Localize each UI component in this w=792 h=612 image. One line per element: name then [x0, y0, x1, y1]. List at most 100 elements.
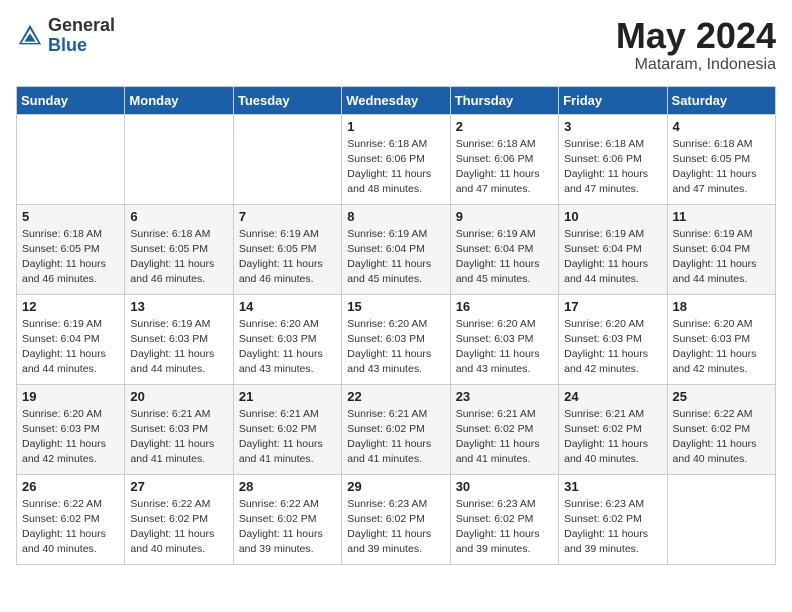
day-number: 4 — [673, 119, 770, 134]
day-info: Sunrise: 6:19 AM Sunset: 6:05 PM Dayligh… — [239, 227, 336, 288]
weekday-header: Friday — [559, 86, 667, 114]
calendar-week-row: 19 Sunrise: 6:20 AM Sunset: 6:03 PM Dayli… — [17, 384, 776, 474]
day-number: 11 — [673, 209, 770, 224]
day-info: Sunrise: 6:19 AM Sunset: 6:04 PM Dayligh… — [673, 227, 770, 288]
day-info: Sunrise: 6:22 AM Sunset: 6:02 PM Dayligh… — [130, 497, 227, 558]
day-number: 5 — [22, 209, 119, 224]
day-info: Sunrise: 6:20 AM Sunset: 6:03 PM Dayligh… — [673, 317, 770, 378]
day-info: Sunrise: 6:19 AM Sunset: 6:04 PM Dayligh… — [456, 227, 553, 288]
weekday-header: Monday — [125, 86, 233, 114]
calendar-table: SundayMondayTuesdayWednesdayThursdayFrid… — [16, 86, 776, 565]
day-info: Sunrise: 6:21 AM Sunset: 6:02 PM Dayligh… — [456, 407, 553, 468]
calendar-cell — [233, 114, 341, 204]
day-number: 15 — [347, 299, 444, 314]
calendar-cell: 19 Sunrise: 6:20 AM Sunset: 6:03 PM Dayli… — [17, 384, 125, 474]
day-info: Sunrise: 6:20 AM Sunset: 6:03 PM Dayligh… — [347, 317, 444, 378]
calendar-cell: 14 Sunrise: 6:20 AM Sunset: 6:03 PM Dayli… — [233, 294, 341, 384]
day-number: 17 — [564, 299, 661, 314]
day-number: 31 — [564, 479, 661, 494]
day-number: 21 — [239, 389, 336, 404]
day-number: 8 — [347, 209, 444, 224]
day-number: 12 — [22, 299, 119, 314]
day-info: Sunrise: 6:19 AM Sunset: 6:04 PM Dayligh… — [347, 227, 444, 288]
day-info: Sunrise: 6:19 AM Sunset: 6:04 PM Dayligh… — [564, 227, 661, 288]
calendar-week-row: 12Sunrise: 6:19 AM Sunset: 6:04 PM Dayli… — [17, 294, 776, 384]
day-number: 6 — [130, 209, 227, 224]
calendar-cell: 25 Sunrise: 6:22 AM Sunset: 6:02 PM Dayli… — [667, 384, 775, 474]
calendar-cell: 8 Sunrise: 6:19 AM Sunset: 6:04 PM Daylig… — [342, 204, 450, 294]
calendar-cell: 6 Sunrise: 6:18 AM Sunset: 6:05 PM Daylig… — [125, 204, 233, 294]
calendar-cell — [667, 474, 775, 564]
calendar-cell: 17Sunrise: 6:20 AM Sunset: 6:03 PM Dayli… — [559, 294, 667, 384]
weekday-header: Sunday — [17, 86, 125, 114]
calendar-cell: 7 Sunrise: 6:19 AM Sunset: 6:05 PM Daylig… — [233, 204, 341, 294]
calendar-cell — [17, 114, 125, 204]
day-info: Sunrise: 6:23 AM Sunset: 6:02 PM Dayligh… — [564, 497, 661, 558]
day-info: Sunrise: 6:22 AM Sunset: 6:02 PM Dayligh… — [22, 497, 119, 558]
logo-text: General Blue — [48, 16, 115, 56]
day-info: Sunrise: 6:21 AM Sunset: 6:02 PM Dayligh… — [239, 407, 336, 468]
day-info: Sunrise: 6:18 AM Sunset: 6:05 PM Dayligh… — [130, 227, 227, 288]
calendar-cell: 18 Sunrise: 6:20 AM Sunset: 6:03 PM Dayli… — [667, 294, 775, 384]
logo-icon — [16, 22, 44, 50]
logo: General Blue — [16, 16, 115, 56]
day-number: 14 — [239, 299, 336, 314]
weekday-header: Tuesday — [233, 86, 341, 114]
weekday-header: Wednesday — [342, 86, 450, 114]
calendar-cell: 23 Sunrise: 6:21 AM Sunset: 6:02 PM Dayli… — [450, 384, 558, 474]
calendar-header: SundayMondayTuesdayWednesdayThursdayFrid… — [17, 86, 776, 114]
day-number: 25 — [673, 389, 770, 404]
day-number: 29 — [347, 479, 444, 494]
day-info: Sunrise: 6:20 AM Sunset: 6:03 PM Dayligh… — [22, 407, 119, 468]
calendar-cell: 22 Sunrise: 6:21 AM Sunset: 6:02 PM Dayli… — [342, 384, 450, 474]
day-info: Sunrise: 6:21 AM Sunset: 6:03 PM Dayligh… — [130, 407, 227, 468]
day-info: Sunrise: 6:22 AM Sunset: 6:02 PM Dayligh… — [673, 407, 770, 468]
calendar-body: 1 Sunrise: 6:18 AM Sunset: 6:06 PM Daylig… — [17, 114, 776, 564]
day-info: Sunrise: 6:18 AM Sunset: 6:06 PM Dayligh… — [456, 137, 553, 198]
calendar-cell: 20Sunrise: 6:21 AM Sunset: 6:03 PM Dayli… — [125, 384, 233, 474]
calendar-cell: 27 Sunrise: 6:22 AM Sunset: 6:02 PM Dayli… — [125, 474, 233, 564]
page-header: General Blue May 2024 Mataram, Indonesia — [16, 16, 776, 74]
day-number: 9 — [456, 209, 553, 224]
calendar-cell: 16 Sunrise: 6:20 AM Sunset: 6:03 PM Dayli… — [450, 294, 558, 384]
calendar-cell: 13 Sunrise: 6:19 AM Sunset: 6:03 PM Dayli… — [125, 294, 233, 384]
calendar-week-row: 1 Sunrise: 6:18 AM Sunset: 6:06 PM Daylig… — [17, 114, 776, 204]
day-info: Sunrise: 6:19 AM Sunset: 6:03 PM Dayligh… — [130, 317, 227, 378]
day-info: Sunrise: 6:18 AM Sunset: 6:06 PM Dayligh… — [564, 137, 661, 198]
calendar-cell: 15 Sunrise: 6:20 AM Sunset: 6:03 PM Dayli… — [342, 294, 450, 384]
day-number: 19 — [22, 389, 119, 404]
calendar-cell: 4 Sunrise: 6:18 AM Sunset: 6:05 PM Daylig… — [667, 114, 775, 204]
day-number: 1 — [347, 119, 444, 134]
calendar-cell: 12Sunrise: 6:19 AM Sunset: 6:04 PM Dayli… — [17, 294, 125, 384]
calendar-cell: 21 Sunrise: 6:21 AM Sunset: 6:02 PM Dayli… — [233, 384, 341, 474]
day-number: 22 — [347, 389, 444, 404]
calendar-week-row: 5 Sunrise: 6:18 AM Sunset: 6:05 PM Daylig… — [17, 204, 776, 294]
calendar-cell: 10Sunrise: 6:19 AM Sunset: 6:04 PM Dayli… — [559, 204, 667, 294]
day-info: Sunrise: 6:20 AM Sunset: 6:03 PM Dayligh… — [239, 317, 336, 378]
day-number: 27 — [130, 479, 227, 494]
day-number: 23 — [456, 389, 553, 404]
day-info: Sunrise: 6:18 AM Sunset: 6:06 PM Dayligh… — [347, 137, 444, 198]
day-number: 16 — [456, 299, 553, 314]
day-number: 2 — [456, 119, 553, 134]
calendar-cell: 28 Sunrise: 6:22 AM Sunset: 6:02 PM Dayli… — [233, 474, 341, 564]
day-info: Sunrise: 6:20 AM Sunset: 6:03 PM Dayligh… — [456, 317, 553, 378]
calendar-cell: 24Sunrise: 6:21 AM Sunset: 6:02 PM Dayli… — [559, 384, 667, 474]
weekday-header: Saturday — [667, 86, 775, 114]
day-info: Sunrise: 6:23 AM Sunset: 6:02 PM Dayligh… — [456, 497, 553, 558]
calendar-cell: 29Sunrise: 6:23 AM Sunset: 6:02 PM Dayli… — [342, 474, 450, 564]
day-info: Sunrise: 6:22 AM Sunset: 6:02 PM Dayligh… — [239, 497, 336, 558]
day-number: 18 — [673, 299, 770, 314]
day-number: 13 — [130, 299, 227, 314]
day-number: 3 — [564, 119, 661, 134]
calendar-cell: 9 Sunrise: 6:19 AM Sunset: 6:04 PM Daylig… — [450, 204, 558, 294]
calendar-cell — [125, 114, 233, 204]
day-info: Sunrise: 6:18 AM Sunset: 6:05 PM Dayligh… — [673, 137, 770, 198]
calendar-cell: 2 Sunrise: 6:18 AM Sunset: 6:06 PM Daylig… — [450, 114, 558, 204]
day-number: 26 — [22, 479, 119, 494]
month-title: May 2024 — [616, 16, 776, 56]
day-number: 7 — [239, 209, 336, 224]
day-info: Sunrise: 6:21 AM Sunset: 6:02 PM Dayligh… — [347, 407, 444, 468]
day-number: 24 — [564, 389, 661, 404]
day-number: 28 — [239, 479, 336, 494]
